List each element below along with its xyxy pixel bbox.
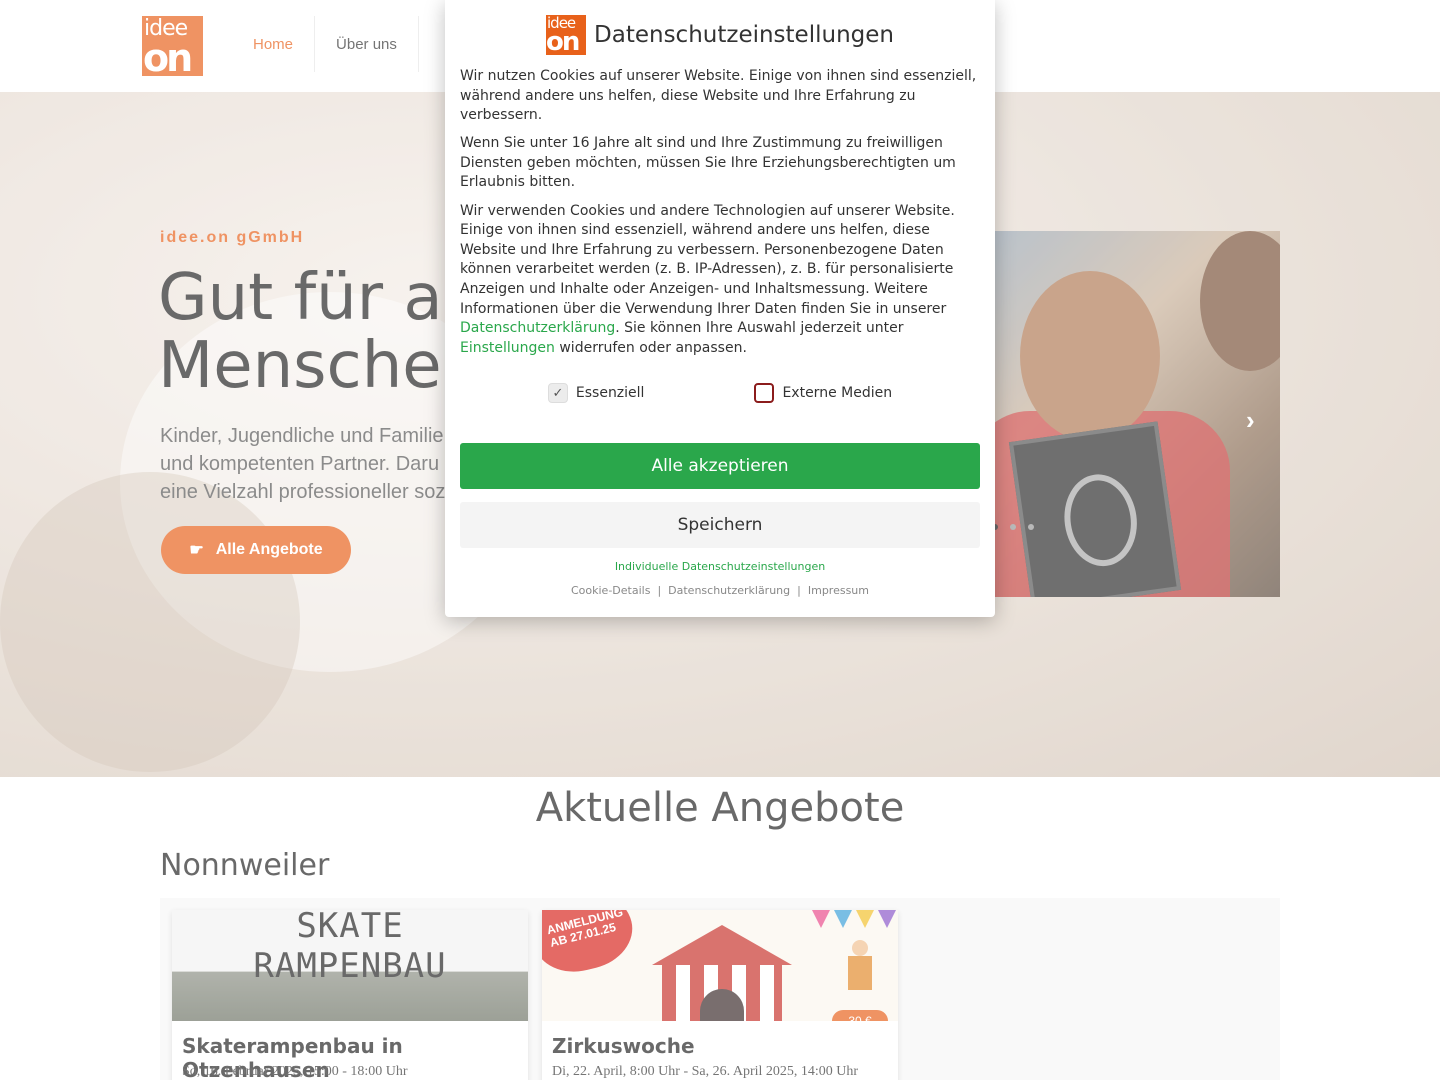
accept-all-button[interactable]: Alle akzeptieren xyxy=(460,443,980,489)
dialog-paragraph-text: . Sie können Ihre Auswahl jederzeit unte… xyxy=(615,320,904,337)
save-button[interactable]: Speichern xyxy=(460,502,980,548)
external-media-checkbox-label[interactable]: Externe Medien xyxy=(782,385,892,401)
dialog-body: Wir nutzen Cookies auf unserer Website. … xyxy=(460,67,982,367)
dialog-logo: idee on xyxy=(546,15,587,55)
dialog-header: idee on Datenschutzeinstellungen xyxy=(445,15,995,55)
privacy-policy-link[interactable]: Datenschutzerklärung xyxy=(460,320,615,336)
essential-checkbox-row: ✓ Essenziell xyxy=(547,383,645,403)
dialog-title: Datenschutzeinstellungen xyxy=(594,22,894,48)
link-separator: | xyxy=(657,584,662,597)
imprint-link[interactable]: Impressum xyxy=(808,584,869,597)
dialog-footer-links: Cookie-Details | Datenschutzerklärung | … xyxy=(445,584,995,597)
dialog-paragraph-text: Wir verwenden Cookies und andere Technol… xyxy=(460,202,955,317)
external-media-checkbox[interactable] xyxy=(754,383,775,403)
dialog-paragraph: Wir verwenden Cookies und andere Technol… xyxy=(460,202,982,359)
privacy-policy-footer-link[interactable]: Datenschutzerklärung xyxy=(668,584,790,597)
essential-checkbox-label: Essenziell xyxy=(575,385,645,401)
external-media-checkbox-row[interactable]: Externe Medien xyxy=(754,383,892,403)
privacy-settings-dialog: idee on Datenschutzeinstellungen Wir nut… xyxy=(445,0,995,617)
dialog-paragraph-text: widerrufen oder anpassen. xyxy=(554,339,747,356)
essential-checkbox: ✓ xyxy=(547,383,568,403)
cookie-details-link[interactable]: Cookie-Details xyxy=(571,584,650,597)
settings-link[interactable]: Einstellungen xyxy=(460,340,555,356)
dialog-paragraph: Wir nutzen Cookies auf unserer Website. … xyxy=(460,68,977,124)
consent-checkboxes: ✓ Essenziell Externe Medien xyxy=(445,383,995,403)
individual-settings-link[interactable]: Individuelle Datenschutzeinstellungen xyxy=(445,560,995,573)
link-separator: | xyxy=(797,584,801,597)
dialog-logo-text-bottom: on xyxy=(546,27,580,55)
dialog-paragraph: Wenn Sie unter 16 Jahre alt sind und Ihr… xyxy=(460,135,956,191)
